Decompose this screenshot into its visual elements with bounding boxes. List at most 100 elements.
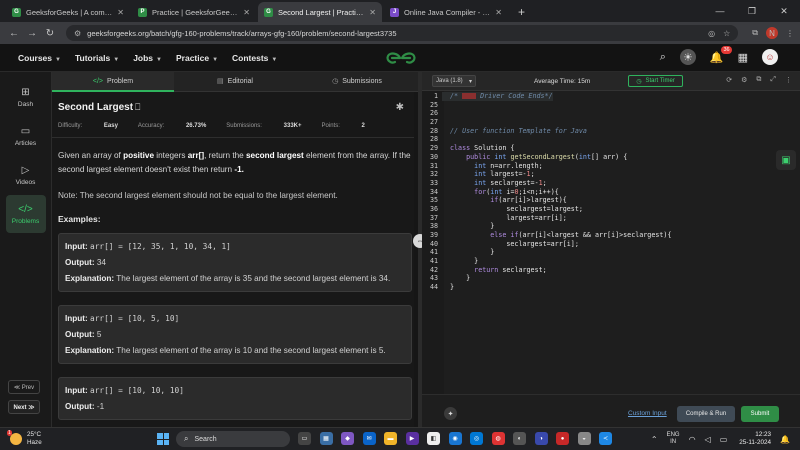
code-line[interactable]: 42 return seclargest;: [422, 266, 800, 275]
apps-icon[interactable]: ▦: [738, 51, 748, 64]
chrome-profile-icon[interactable]: ●: [556, 432, 569, 445]
code-line[interactable]: 28 // User function Template for Java: [422, 127, 800, 136]
new-tab-button[interactable]: +: [510, 5, 533, 22]
code-line[interactable]: 36 seclargest=largest;: [422, 205, 800, 214]
code-line[interactable]: 27: [422, 118, 800, 127]
copilot-icon[interactable]: ◆: [341, 432, 354, 445]
submit-button[interactable]: Submit: [741, 406, 779, 422]
code-line[interactable]: 1 /* Driver Code Ends*/: [422, 92, 800, 101]
close-window-icon[interactable]: ✕: [768, 6, 800, 17]
app-icon-3[interactable]: ◑: [534, 432, 548, 445]
search-icon[interactable]: ⌕: [660, 51, 666, 64]
url-field[interactable]: ⚙ geeksforgeeks.org/batch/gfg-160-proble…: [66, 25, 739, 41]
code-line[interactable]: 34 for(int i=0;i<n;i++){: [422, 188, 800, 197]
maximize-icon[interactable]: ❐: [736, 6, 768, 17]
extensions-icon[interactable]: ⧉: [752, 28, 758, 38]
nav-menu-4[interactable]: Contests ▼: [232, 53, 277, 63]
close-tab-icon[interactable]: ✕: [369, 8, 376, 17]
reset-icon[interactable]: ⟳: [726, 76, 732, 84]
settings-icon[interactable]: ⚙: [741, 76, 747, 84]
mail-icon[interactable]: ✉: [362, 432, 376, 445]
tab-submissions[interactable]: ◷ Submissions: [296, 72, 418, 92]
store-icon[interactable]: ◧: [427, 432, 440, 445]
chat-icon[interactable]: ▣: [776, 150, 796, 170]
code-line[interactable]: 41 }: [422, 248, 800, 257]
battery-icon[interactable]: ▭: [720, 435, 728, 444]
app-icon-2[interactable]: ◐: [513, 432, 526, 445]
nav-menu-1[interactable]: Tutorials ▼: [75, 53, 119, 63]
report-bug-icon[interactable]: ✱: [396, 102, 404, 113]
notification-bell-icon[interactable]: 🔔 36: [710, 45, 732, 64]
code-line[interactable]: 32 int largest=-1;: [422, 170, 800, 179]
code-line[interactable]: 31 int n=arr.length;: [422, 162, 800, 171]
back-icon[interactable]: ←: [6, 28, 22, 39]
user-avatar[interactable]: ☺: [762, 49, 778, 65]
next-button[interactable]: Next ≫: [8, 400, 40, 414]
code-line[interactable]: 39 else if(arr[i]<largest && arr[i]>secl…: [422, 231, 800, 240]
widgets-icon[interactable]: ▦: [319, 432, 333, 445]
code-line[interactable]: 38 }: [422, 222, 800, 231]
code-line[interactable]: 28: [422, 135, 800, 144]
tab-editorial[interactable]: ▤ Editorial: [174, 72, 296, 92]
edge-icon[interactable]: ◉: [448, 432, 462, 445]
chrome-icon[interactable]: ◍: [491, 432, 505, 445]
code-editor[interactable]: 1 /* Driver Code Ends*/ 25 26 27 28 // U…: [422, 91, 800, 394]
eye-off-icon[interactable]: ◎: [708, 29, 715, 38]
nav-menu-3[interactable]: Practice ▼: [176, 53, 218, 63]
nav-menu-2[interactable]: Jobs ▼: [133, 53, 162, 63]
copy-icon[interactable]: ⧉: [756, 76, 761, 84]
code-line[interactable]: 25: [422, 101, 800, 110]
close-tab-icon[interactable]: ✕: [495, 8, 502, 17]
vscode-icon[interactable]: ≺: [599, 432, 612, 445]
rail-item-articles[interactable]: ▭ Articles: [6, 117, 46, 155]
star-icon[interactable]: ☆: [723, 29, 730, 38]
profile-avatar[interactable]: N: [766, 27, 778, 39]
browser-tab-2[interactable]: G Second Largest | Practice | Gee ✕: [258, 2, 382, 22]
code-line[interactable]: 44 }: [422, 283, 800, 292]
code-line[interactable]: 29 class Solution {: [422, 144, 800, 153]
windows-start-icon[interactable]: [157, 433, 169, 445]
forward-icon[interactable]: →: [24, 28, 40, 39]
notifications-icon[interactable]: 🔔: [780, 435, 790, 444]
site-info-icon[interactable]: ⚙: [74, 29, 81, 38]
language-select[interactable]: Java (1.8) ▾: [432, 75, 476, 87]
rail-item-problems[interactable]: </> Problems: [5, 195, 46, 233]
reload-icon[interactable]: ↻: [42, 28, 58, 39]
code-line[interactable]: 26: [422, 109, 800, 118]
prev-button[interactable]: ≪ Prev: [8, 380, 40, 394]
media-player-icon[interactable]: ▶: [405, 432, 419, 445]
code-line[interactable]: 37 largest=arr[i];: [422, 214, 800, 223]
minimize-icon[interactable]: —: [704, 6, 736, 16]
theme-toggle-icon[interactable]: ☀: [679, 49, 696, 65]
task-view-icon[interactable]: ▭: [298, 432, 311, 445]
weather-widget[interactable]: 1 25°C Haze: [7, 430, 42, 447]
start-timer-button[interactable]: ◷ Start Timer: [628, 75, 683, 87]
clock[interactable]: 12:23 25-11-2024: [739, 431, 771, 447]
compile-run-button[interactable]: Compile & Run: [677, 406, 735, 422]
browser-tab-1[interactable]: P Practice | GeeksforGeeks | A co ✕: [132, 2, 256, 22]
code-line[interactable]: 33 int seclargest=-1;: [422, 179, 800, 188]
app-icon[interactable]: ◎: [470, 432, 483, 445]
code-line[interactable]: 35 if(arr[i]>largest){: [422, 196, 800, 205]
wifi-icon[interactable]: ◠: [689, 435, 696, 444]
code-line[interactable]: 43 }: [422, 274, 800, 283]
custom-input-link[interactable]: Custom Input: [628, 410, 667, 417]
code-lines[interactable]: 1 /* Driver Code Ends*/ 25 26 27 28 // U…: [422, 92, 800, 292]
language-indicator[interactable]: ENG IN: [667, 432, 680, 446]
tray-chevron-icon[interactable]: ⌃: [651, 435, 658, 444]
volume-icon[interactable]: ◁: [705, 435, 711, 444]
close-tab-icon[interactable]: ✕: [117, 8, 124, 17]
nav-menu-0[interactable]: Courses ▼: [18, 53, 61, 63]
bookmark-icon[interactable]: ⎕: [135, 102, 140, 112]
app-icon-4[interactable]: ◒: [577, 432, 591, 445]
gfg-logo[interactable]: [385, 51, 417, 65]
code-line[interactable]: 40 seclargest=arr[i];: [422, 240, 800, 249]
more-icon[interactable]: ⋮: [785, 76, 792, 84]
code-line[interactable]: 30 public int getSecondLargest(int[] arr…: [422, 153, 800, 162]
browser-tab-0[interactable]: G GeeksforGeeks | A computer sc ✕: [6, 2, 130, 22]
browser-tab-3[interactable]: J Online Java Compiler - Progra ✕: [384, 2, 508, 22]
close-tab-icon[interactable]: ✕: [243, 8, 250, 17]
code-line[interactable]: 41 }: [422, 257, 800, 266]
tab-problem[interactable]: </> Problem: [52, 71, 174, 92]
rail-item-dash[interactable]: ⊞ Dash: [6, 78, 46, 116]
